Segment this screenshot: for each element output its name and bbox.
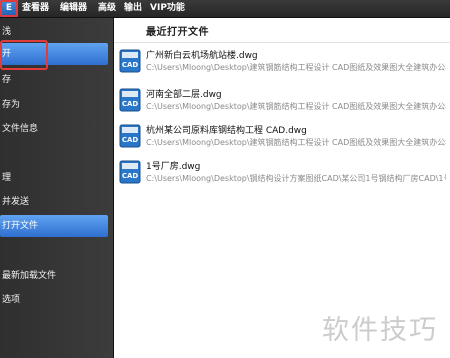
file-path: C:\Users\Mloong\Desktop\建筑钢筋结构工程设计 CAD图纸… <box>146 102 446 111</box>
recent-file-row[interactable]: CAD 河南全部二层.dwg C:\Users\Mloong\Desktop\建… <box>114 85 450 123</box>
left-item-save[interactable]: 存 <box>0 69 110 91</box>
file-path: C:\Users\Mloong\Desktop\钢结构设计方案图纸CAD\某公司… <box>146 174 446 183</box>
recent-file-row[interactable]: CAD 杭州某公司原料库钢结构工程 CAD.dwg C:\Users\Mloon… <box>114 121 450 159</box>
menu-editor[interactable]: 编辑器 <box>60 0 87 17</box>
recent-file-row[interactable]: CAD 广州新白云机场航站楼.dwg C:\Users\Mloong\Deskt… <box>114 46 450 84</box>
file-path: C:\Users\Mloong\Desktop\建筑钢筋结构工程设计 CAD图纸… <box>146 63 446 72</box>
menu-advanced[interactable]: 高级 <box>98 0 116 17</box>
left-item-options[interactable]: 选项 <box>0 289 110 311</box>
left-item-file-info[interactable]: 文件信息 <box>0 118 110 140</box>
file-name: 河南全部二层.dwg <box>146 90 222 100</box>
watermark-text: 软件技巧 <box>322 315 438 346</box>
svg-text:CAD: CAD <box>122 136 139 144</box>
title-divider <box>114 42 450 43</box>
svg-text:CAD: CAD <box>122 100 139 108</box>
cad-file-icon: CAD <box>119 160 141 184</box>
recent-files-pane: 最近打开文件 CAD 广州新白云机场航站楼.dwg C:\Users\Mloon… <box>114 18 450 358</box>
cad-file-icon: CAD <box>119 124 141 148</box>
recent-file-row[interactable]: CAD 1号厂房.dwg C:\Users\Mloong\Desktop\钢结构… <box>114 157 450 195</box>
menu-bar: E 查看器 编辑器 高级 输出 VIP功能 <box>0 0 450 18</box>
cad-file-icon: CAD <box>119 49 141 73</box>
file-name: 1号厂房.dwg <box>146 162 201 172</box>
menu-vip[interactable]: VIP功能 <box>150 0 185 17</box>
svg-text:CAD: CAD <box>122 172 139 180</box>
left-item-open-file[interactable]: 打开文件 <box>0 215 108 237</box>
cad-file-icon: CAD <box>119 88 141 112</box>
file-name: 杭州某公司原料库钢结构工程 CAD.dwg <box>146 126 307 136</box>
left-item-recent-loaded[interactable]: 最新加载文件 <box>0 265 110 287</box>
file-menu-panel: 浅 开 存 存为 文件信息 理 并发送 打开文件 最新加载文件 选项 <box>0 18 114 358</box>
file-tab-highlight <box>0 0 18 17</box>
left-item-manage[interactable]: 理 <box>0 167 110 189</box>
menu-output[interactable]: 输出 <box>124 0 142 17</box>
left-item-save-as[interactable]: 存为 <box>0 94 110 116</box>
svg-text:CAD: CAD <box>122 61 139 69</box>
file-path: C:\Users\Mloong\Desktop\建筑钢筋结构工程设计 CAD图纸… <box>146 138 446 147</box>
menu-viewer[interactable]: 查看器 <box>22 0 49 17</box>
file-name: 广州新白云机场航站楼.dwg <box>146 51 258 61</box>
recent-files-title: 最近打开文件 <box>146 27 209 38</box>
open-item-highlight <box>0 40 48 70</box>
left-item-send[interactable]: 并发送 <box>0 191 110 213</box>
